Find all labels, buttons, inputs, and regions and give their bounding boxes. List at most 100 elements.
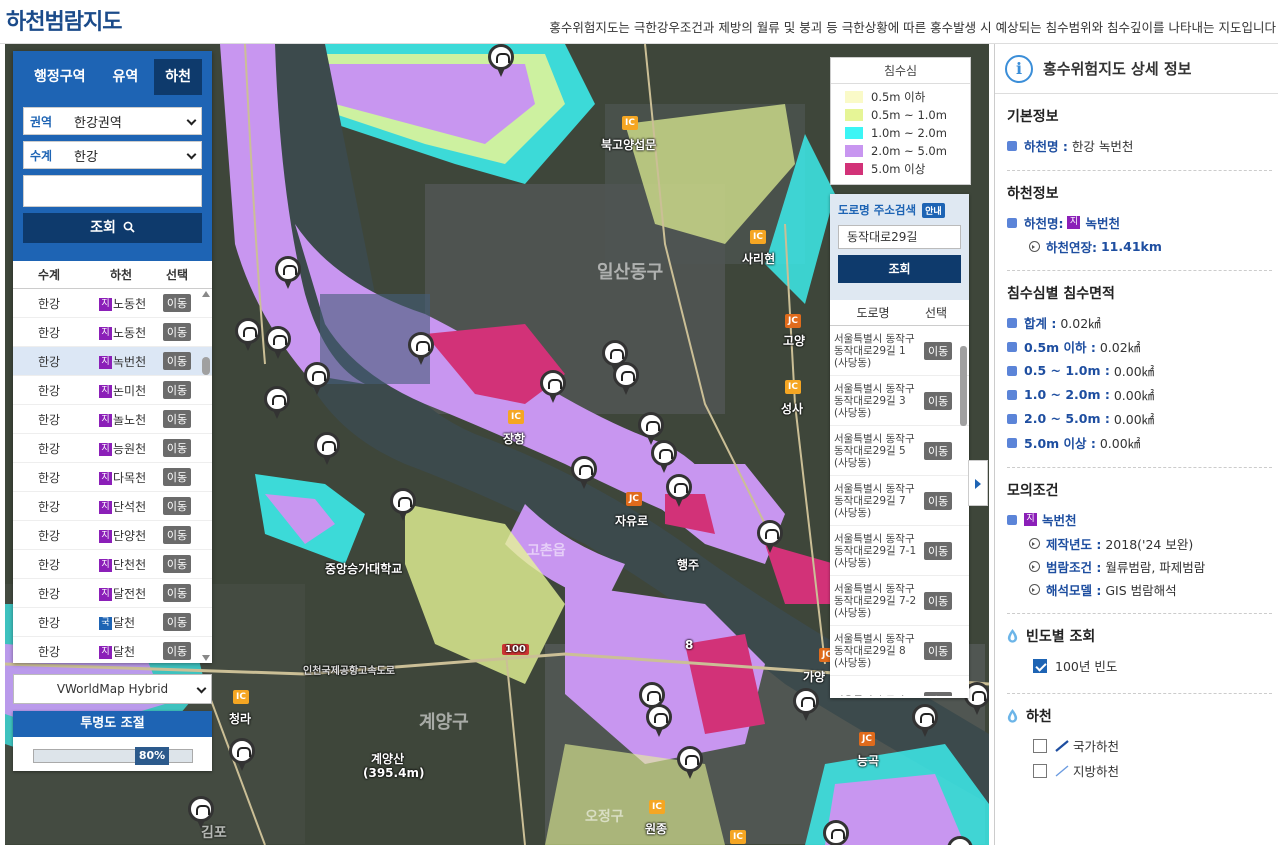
station-marker-icon[interactable] <box>757 520 783 554</box>
river-row[interactable]: 한강 지 달전천 이동 <box>13 579 212 608</box>
local-river-option[interactable]: 지방하천 <box>1033 761 1272 780</box>
station-marker-icon[interactable] <box>314 432 340 466</box>
region-select[interactable]: 권역 한강권역 <box>23 107 202 135</box>
river-row[interactable]: 한강 지 논미천 이동 <box>13 376 212 405</box>
station-marker-icon[interactable] <box>265 326 291 360</box>
station-marker-icon[interactable] <box>823 820 849 845</box>
station-marker-icon[interactable] <box>646 704 672 738</box>
move-button[interactable]: 이동 <box>162 613 192 631</box>
move-button[interactable]: 이동 <box>162 352 192 370</box>
frequency-checkbox[interactable] <box>1033 658 1047 673</box>
tab-river[interactable]: 하천 <box>154 59 202 95</box>
move-button[interactable]: 이동 <box>924 391 953 410</box>
local-river-checkbox[interactable] <box>1033 763 1047 778</box>
station-marker-icon[interactable] <box>229 738 255 772</box>
river-row[interactable]: 한강 지 단양천 이동 <box>13 521 212 550</box>
river-row[interactable]: 한강 지 다목천 이동 <box>13 463 212 492</box>
frequency-option[interactable]: 100년 빈도 <box>1033 656 1272 675</box>
address-row[interactable]: 서울특별시 동작구 동작대로29길 7-1 (사당동) 이동 <box>830 526 969 576</box>
move-button[interactable]: 이동 <box>162 468 192 486</box>
station-marker-icon[interactable] <box>488 44 514 78</box>
scroll-thumb[interactable] <box>960 346 967 426</box>
move-button[interactable]: 이동 <box>162 497 192 515</box>
panel-toggle-chevron-right-icon[interactable] <box>968 460 988 506</box>
scroll-up-icon[interactable] <box>202 291 210 297</box>
scroll-thumb[interactable] <box>202 357 210 375</box>
move-button[interactable]: 이동 <box>924 691 953 696</box>
tab-basin[interactable]: 유역 <box>102 59 150 95</box>
river-row[interactable]: 한강 지 녹번천 이동 <box>13 347 212 376</box>
app-title[interactable]: 하천범람지도 <box>6 4 122 36</box>
move-button[interactable]: 이동 <box>162 410 192 428</box>
address-row[interactable]: 서울특별시 동작구 동작대로29길 7 (사당동) 이동 <box>830 476 969 526</box>
address-row[interactable]: 서울특별시 동작구 동작대로29길 7-2 (사당동) 이동 <box>830 576 969 626</box>
river-list[interactable]: 한강 지 노동천 이동 한강 지 노동천 이동 한강 지 녹번천 이동 한강 지 논미천 이동 한강 지 놀노천 이동… <box>13 289 212 663</box>
national-river-option[interactable]: 국가하천 <box>1033 736 1272 755</box>
water-system-select[interactable]: 수계 한강 <box>23 141 202 169</box>
scroll-down-icon[interactable] <box>202 655 210 661</box>
river-row[interactable]: 한강 지 달천 이동 <box>13 637 212 663</box>
station-marker-icon[interactable] <box>666 474 692 508</box>
move-button[interactable]: 이동 <box>924 341 953 360</box>
station-marker-icon[interactable] <box>540 370 566 404</box>
move-button[interactable]: 이동 <box>162 584 192 602</box>
station-marker-icon[interactable] <box>275 256 301 290</box>
address-row[interactable]: 서울특별시 동작구이동 <box>830 676 969 696</box>
bullet-icon <box>1007 514 1017 525</box>
station-marker-icon[interactable] <box>912 704 938 738</box>
move-button[interactable]: 이동 <box>162 555 192 573</box>
local-river-tag: 지 <box>99 558 112 572</box>
address-list-scrollbar[interactable] <box>960 332 967 688</box>
move-button[interactable]: 이동 <box>924 491 953 510</box>
station-marker-icon[interactable] <box>793 688 819 722</box>
river-row[interactable]: 한강 지 단석천 이동 <box>13 492 212 521</box>
station-marker-icon[interactable] <box>408 332 434 366</box>
river-name-input[interactable] <box>23 175 202 207</box>
move-button[interactable]: 이동 <box>162 323 192 341</box>
move-button[interactable]: 이동 <box>162 439 192 457</box>
opacity-slider-handle[interactable]: 80% <box>135 747 169 765</box>
station-marker-icon[interactable] <box>571 456 597 490</box>
river-list-scrollbar[interactable] <box>202 291 210 661</box>
map-label: 성사 <box>781 402 804 416</box>
move-button[interactable]: 이동 <box>162 642 192 660</box>
address-row[interactable]: 서울특별시 동작구 동작대로29길 1 (사당동) 이동 <box>830 326 969 376</box>
river-row[interactable]: 한강 지 단천천 이동 <box>13 550 212 579</box>
national-river-checkbox[interactable] <box>1033 738 1047 753</box>
info-value: 11.41km <box>1100 239 1162 254</box>
move-button[interactable]: 이동 <box>162 526 192 544</box>
move-button[interactable]: 이동 <box>924 541 953 560</box>
station-marker-icon[interactable] <box>651 440 677 474</box>
station-marker-icon[interactable] <box>677 746 703 780</box>
station-marker-icon[interactable] <box>264 386 290 420</box>
move-button[interactable]: 이동 <box>162 381 192 399</box>
station-marker-icon[interactable] <box>947 836 973 845</box>
move-button[interactable]: 이동 <box>924 591 953 610</box>
search-button[interactable]: 조회 <box>23 213 202 243</box>
guide-badge[interactable]: 안내 <box>922 203 945 218</box>
address-row[interactable]: 서울특별시 동작구 동작대로29길 3 (사당동) 이동 <box>830 376 969 426</box>
station-marker-icon[interactable] <box>613 362 639 396</box>
move-button[interactable]: 이동 <box>924 641 953 660</box>
river-row[interactable]: 한강 국 달천 이동 <box>13 608 212 637</box>
tab-admin-area[interactable]: 행정구역 <box>23 59 97 95</box>
address-list[interactable]: 서울특별시 동작구 동작대로29길 1 (사당동) 이동 서울특별시 동작구 동작대… <box>830 326 969 696</box>
move-button[interactable]: 이동 <box>162 294 192 312</box>
ic-marker: IC <box>750 230 766 244</box>
river-row[interactable]: 한강 지 노동천 이동 <box>13 318 212 347</box>
opacity-slider[interactable]: 80% <box>33 747 193 765</box>
river-row[interactable]: 한강 지 놀노천 이동 <box>13 405 212 434</box>
station-marker-icon[interactable] <box>235 318 261 352</box>
address-input[interactable]: 동작대로29길 <box>838 225 961 249</box>
basemap-select[interactable]: VWorldMap Hybrid <box>13 674 212 704</box>
river-row[interactable]: 한강 지 노동천 이동 <box>13 289 212 318</box>
station-marker-icon[interactable] <box>304 362 330 396</box>
address-row[interactable]: 서울특별시 동작구 동작대로29길 5 (사당동) 이동 <box>830 426 969 476</box>
address-search-button[interactable]: 조회 <box>838 255 961 283</box>
station-marker-icon[interactable] <box>390 488 416 522</box>
river-row[interactable]: 한강 지 능원천 이동 <box>13 434 212 463</box>
bullet-icon <box>1007 140 1017 151</box>
move-button[interactable]: 이동 <box>924 441 953 460</box>
address-row[interactable]: 서울특별시 동작구 동작대로29길 8 (사당동) 이동 <box>830 626 969 676</box>
station-marker-icon[interactable] <box>188 796 214 830</box>
